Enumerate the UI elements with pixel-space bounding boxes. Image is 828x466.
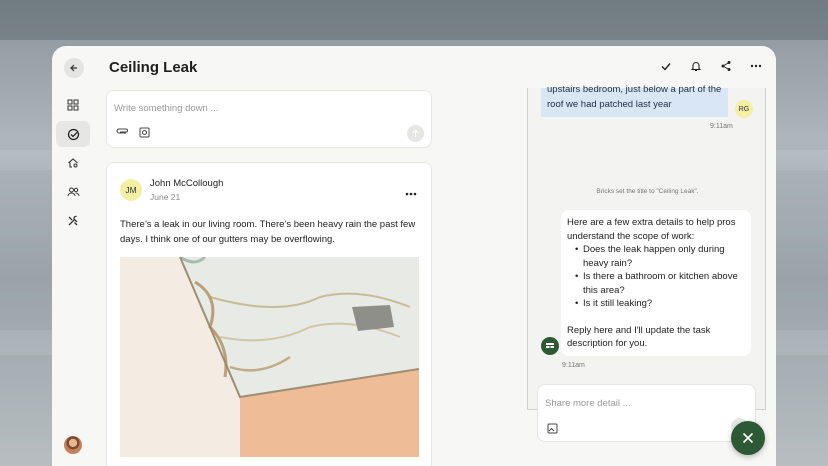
mark-done-button[interactable]	[658, 58, 674, 74]
people-icon	[67, 187, 79, 197]
bell-icon	[690, 62, 702, 72]
header-actions	[658, 58, 764, 74]
home-tools-icon	[68, 158, 78, 168]
message-time: 9:11am	[710, 123, 733, 130]
system-notice: Bricks set the title to "Ceiling Leak".	[596, 188, 699, 195]
dashboard-icon	[67, 99, 79, 111]
image-icon	[547, 423, 558, 434]
user-avatar[interactable]	[64, 436, 82, 454]
assistant-questions: Does the leak happen only during heavy r…	[575, 243, 751, 311]
post-more-button[interactable]	[405, 183, 417, 201]
chat-input[interactable]: Share more detail ...	[545, 398, 631, 409]
tools-icon	[68, 215, 78, 226]
paperclip-icon	[116, 128, 128, 134]
assistant-chat-panel: upstairs bedroom, just below a part of t…	[527, 84, 766, 442]
close-chat-button[interactable]	[731, 421, 765, 455]
assistant-question: Is there a bathroom or kitchen above thi…	[575, 270, 751, 297]
post-note-button[interactable]	[407, 125, 424, 142]
share-icon	[721, 61, 731, 71]
share-button[interactable]	[718, 58, 734, 74]
message-time: 9:11am	[562, 362, 585, 369]
more-options-button[interactable]	[748, 58, 764, 74]
close-icon	[742, 432, 754, 444]
user-avatar-small: RG	[735, 100, 753, 118]
check-icon	[661, 63, 671, 71]
task-check-icon	[67, 128, 79, 140]
arrow-up-icon	[412, 129, 419, 137]
chat-input-box: Share more detail ...	[537, 384, 756, 442]
assistant-message: Here are a few extra details to help pro…	[561, 210, 751, 356]
more-horizontal-icon	[405, 192, 417, 196]
notifications-button[interactable]	[688, 58, 704, 74]
assistant-outro: Reply here and I'll update the task desc…	[567, 324, 711, 350]
note-input[interactable]: Write something down ...	[114, 103, 218, 114]
assistant-avatar	[541, 337, 559, 355]
chat-add-image-button[interactable]	[547, 421, 558, 439]
side-nav	[56, 92, 92, 237]
assistant-question: Does the leak happen only during heavy r…	[575, 243, 751, 270]
nav-home[interactable]	[56, 150, 90, 176]
image-icon	[139, 127, 150, 138]
nav-dashboard[interactable]	[56, 92, 90, 118]
bricks-logo-icon	[546, 343, 554, 348]
post-body: There’s a leak in our living room. There…	[120, 219, 416, 245]
task-window: Ceiling Leak Write something down ... JM…	[52, 46, 776, 466]
author-avatar: JM	[120, 179, 142, 201]
page-title: Ceiling Leak	[109, 59, 198, 76]
attach-button[interactable]	[115, 125, 129, 143]
note-composer: Write something down ...	[106, 90, 432, 148]
assistant-question: Is it still leaking?	[575, 297, 751, 311]
arrow-left-icon	[70, 64, 77, 72]
ceiling-leak-photo[interactable]	[120, 257, 419, 457]
background-wall	[0, 0, 828, 40]
add-image-button[interactable]	[139, 125, 150, 143]
author-name: John McCollough	[150, 178, 224, 189]
nav-people[interactable]	[56, 179, 90, 205]
composer-tools	[115, 125, 150, 143]
post-date: June 21	[150, 192, 181, 202]
nav-tools[interactable]	[56, 208, 90, 234]
assistant-intro: Here are a few extra details to help pro…	[567, 217, 736, 242]
more-horizontal-icon	[750, 64, 762, 68]
nav-tasks[interactable]	[56, 121, 90, 147]
user-message: upstairs bedroom, just below a part of t…	[541, 84, 728, 117]
post-card: JM John McCollough June 21 There’s a lea…	[106, 162, 432, 466]
user-message-text: upstairs bedroom, just below a part of t…	[547, 84, 722, 110]
back-button[interactable]	[64, 58, 84, 78]
